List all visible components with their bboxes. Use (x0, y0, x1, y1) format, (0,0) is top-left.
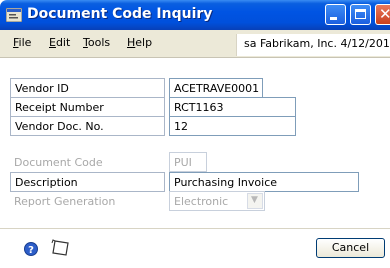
receipt-number-label: Receipt Number (10, 97, 165, 117)
description-label: Description (10, 172, 165, 192)
menu-tools[interactable]: Tools (83, 36, 110, 49)
maximize-icon (355, 9, 366, 19)
document-code-inquiry-window: Document Code Inquiry ✕ File Edit Tools … (0, 0, 390, 268)
menu-divider (0, 57, 390, 58)
report-generation-label: Report Generation (10, 192, 165, 212)
minimize-button[interactable] (325, 4, 346, 25)
maximize-button[interactable] (350, 4, 371, 25)
chevron-down-icon: ▼ (251, 195, 258, 205)
close-button[interactable]: ✕ (375, 4, 390, 25)
vendor-doc-no-field[interactable]: 12 (169, 116, 296, 136)
note-icon[interactable] (51, 239, 71, 257)
company-info: sa Fabrikam, Inc. 4/12/2017 (236, 34, 390, 56)
vendor-id-label: Vendor ID (10, 78, 165, 98)
report-generation-select: Electronic ▼ (169, 191, 265, 211)
receipt-number-field[interactable]: RCT1163 (169, 97, 296, 117)
vendor-doc-no-label: Vendor Doc. No. (10, 116, 165, 136)
svg-text:?: ? (28, 245, 34, 256)
report-generation-dropdown-button: ▼ (247, 193, 263, 209)
minimize-icon (330, 17, 337, 20)
document-window-icon (6, 8, 22, 22)
menu-file[interactable]: File (13, 36, 31, 49)
report-generation-value: Electronic (174, 195, 229, 208)
bottom-divider (0, 228, 390, 229)
title-bar[interactable]: Document Code Inquiry ✕ (0, 0, 390, 30)
menu-help[interactable]: Help (127, 36, 152, 49)
vendor-id-field[interactable]: ACETRAVE0001 (169, 78, 263, 98)
window-title: Document Code Inquiry (27, 6, 213, 22)
cancel-button[interactable]: Cancel (316, 238, 385, 258)
description-field[interactable]: Purchasing Invoice (169, 172, 359, 192)
menu-edit[interactable]: Edit (49, 36, 70, 49)
document-code-field: PUI (169, 152, 207, 172)
document-code-label: Document Code (10, 153, 165, 173)
close-icon: ✕ (379, 5, 390, 23)
help-question-icon[interactable]: ? (24, 242, 38, 256)
